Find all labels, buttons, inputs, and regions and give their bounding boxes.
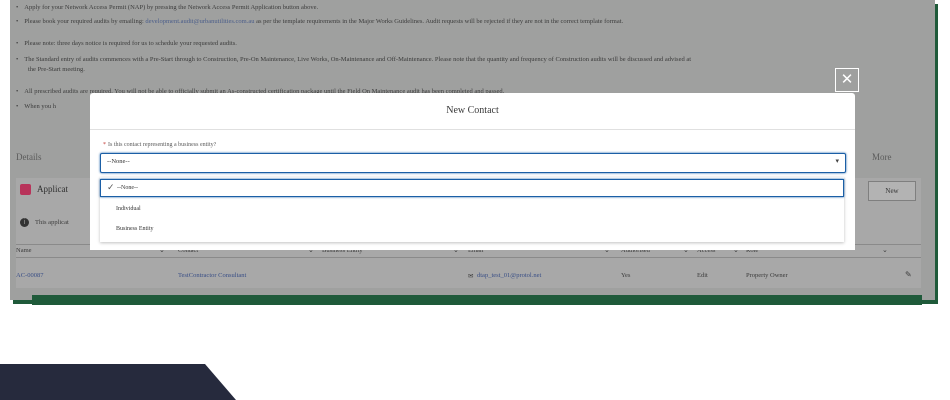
row-name-link[interactable]: AC-00087 [16,272,43,279]
row-contact-link[interactable]: TestContractor Consultant [178,272,246,279]
contacts-icon [20,184,31,196]
instruction-bullet: Apply for your Network Access Permit (NA… [16,4,318,11]
email-link[interactable]: development.audit@urbanutilities.com.au [145,18,254,25]
row-email-link[interactable]: dtap_test_01@protol.net [477,272,541,279]
instruction-bullet: When you h [16,103,56,110]
tab-more[interactable]: More [872,152,892,162]
info-icon: i [20,218,29,227]
modal-body: * Is this contact representing a business… [90,130,855,250]
select-value: --None-- [107,158,130,165]
row-access: Edit [697,272,708,279]
instruction-bullet: The Standard entry of audits commences w… [16,56,691,63]
field-label: * Is this contact representing a business… [103,142,217,148]
tab-details[interactable]: Details [16,152,42,162]
checkmark-icon: ✓ [107,183,115,193]
business-entity-select[interactable]: --None-- ▾ [100,153,846,173]
row-authorised: Yes [621,272,631,279]
modal-title: New Contact [446,105,499,116]
instruction-bullet: Please book your required audits by emai… [16,18,623,25]
caret-down-icon: ▾ [835,158,839,165]
column-header-name[interactable]: Name [16,247,32,254]
instruction-bullet-cont: the Pre-Start meeting. [28,66,85,73]
edit-icon[interactable]: ✎ [905,270,915,280]
option-business-entity[interactable]: Business Entity [100,221,844,239]
required-marker: * [103,142,106,148]
frame-shadow [32,295,922,305]
option-none[interactable]: ✓ --None-- [100,179,844,197]
dropdown-menu: ✓ --None-- Individual Business Entity [100,177,844,242]
instruction-bullet: Please note: three days notice is requir… [16,40,237,47]
option-individual[interactable]: Individual [100,201,844,219]
row-role: Property Owner [746,272,788,279]
screenshot-frame: Apply for your Network Access Permit (NA… [10,0,935,300]
new-button[interactable]: New [868,181,916,201]
modal-header: New Contact [90,93,855,130]
envelope-icon: ✉ [468,273,474,280]
decorative-footer-shape [0,364,236,400]
close-icon[interactable]: ✕ [835,68,859,92]
chevron-down-icon[interactable]: ⌄ [882,246,888,254]
info-message: i This applicat [20,218,69,227]
related-list-header: Applicat [20,184,68,196]
